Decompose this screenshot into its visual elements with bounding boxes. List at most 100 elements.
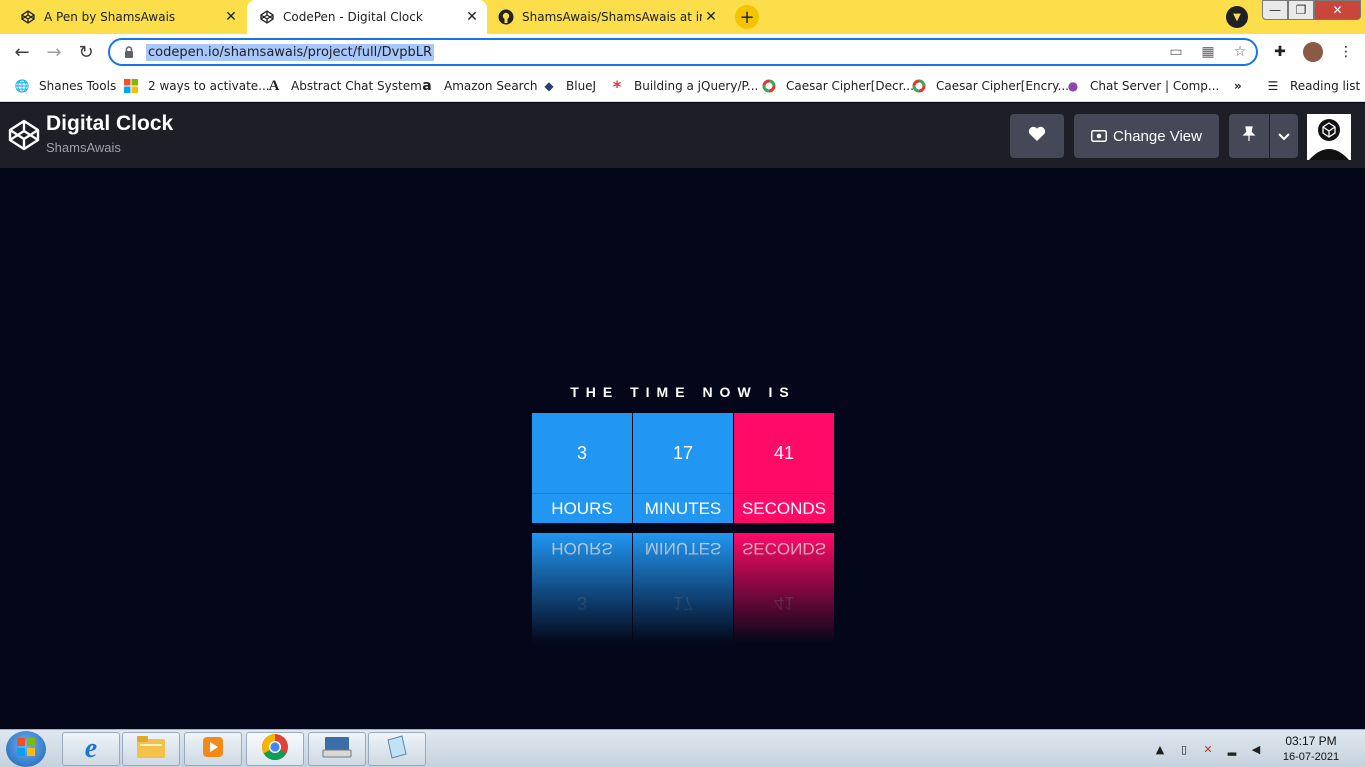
show-hidden-icons[interactable]: ▲	[1153, 742, 1167, 756]
amazon-icon: a	[422, 78, 432, 94]
close-icon[interactable]: ✕	[702, 8, 720, 26]
profile-avatar[interactable]	[1303, 42, 1323, 62]
extensions-icon[interactable]: ✚	[1271, 43, 1289, 61]
change-view-label: Change View	[1113, 127, 1202, 145]
codepen-icon	[259, 9, 275, 25]
minutes-block: 17 MINUTES	[633, 413, 733, 523]
codepen-logo-icon[interactable]	[8, 119, 40, 151]
bookmark-item[interactable]: Caesar Cipher[Encry...	[912, 76, 1069, 96]
taskbar-chrome[interactable]	[246, 732, 304, 766]
seconds-reflection: 41 SECONDS	[734, 533, 834, 643]
pin-button[interactable]	[1229, 114, 1269, 158]
bookmark-item[interactable]: A Abstract Chat System	[267, 76, 422, 96]
tab-title: A Pen by ShamsAwais	[44, 10, 176, 24]
start-button[interactable]	[6, 731, 46, 767]
more-bookmarks-button[interactable]: »	[1234, 76, 1242, 96]
ring-icon	[912, 79, 926, 93]
reading-list-label: Reading list	[1290, 79, 1361, 93]
lock-icon	[122, 46, 136, 58]
minutes-reflection-value: 17	[672, 593, 694, 614]
github-icon	[498, 9, 514, 25]
action-center-icon[interactable]: ✕	[1201, 742, 1215, 756]
menu-dots-icon[interactable]: ⋮	[1337, 43, 1355, 61]
pin-dropdown-button[interactable]	[1270, 114, 1298, 158]
reading-list-icon: ☰	[1267, 79, 1279, 93]
minutes-reflection-label: MINUTES	[644, 539, 722, 558]
window-close-button[interactable]: ✕	[1314, 0, 1361, 20]
bookmark-item[interactable]: * Building a jQuery/P...	[610, 76, 759, 96]
tab-codepen-digital-clock[interactable]: CodePen - Digital Clock ✕	[247, 0, 487, 34]
user-avatar[interactable]	[1307, 114, 1351, 160]
seconds-label: SECONDS	[734, 493, 834, 523]
bookmark-item[interactable]: ● Chat Server | Comp...	[1066, 76, 1220, 96]
clock-time[interactable]: 03:17 PM	[1276, 734, 1346, 748]
back-arrow-icon[interactable]: ←	[10, 40, 34, 64]
close-icon[interactable]: ✕	[463, 8, 481, 26]
pen-author[interactable]: ShamsAwais	[46, 140, 121, 155]
tab-title: ShamsAwais/ShamsAwais at imag	[522, 10, 702, 24]
taskbar-notepad[interactable]	[368, 732, 426, 766]
minutes-value: 17	[672, 442, 694, 463]
address-bar[interactable]: codepen.io/shamsawais/project/full/DvpbL…	[108, 38, 1258, 66]
bookmark-item[interactable]: ◆ BlueJ	[542, 76, 596, 96]
minimize-button[interactable]: —	[1262, 0, 1288, 20]
url-text: codepen.io/shamsawais/project/full/DvpbL…	[146, 43, 435, 61]
hours-block: 3 HOURS	[532, 413, 632, 523]
bookmark-label: Shanes Tools	[39, 79, 117, 93]
hours-value: 3	[576, 442, 587, 463]
forward-arrow-icon[interactable]: →	[42, 40, 66, 64]
like-button[interactable]	[1010, 114, 1064, 158]
browser-tab-strip: A Pen by ShamsAwais ✕ CodePen - Digital …	[0, 0, 1365, 34]
usb-icon[interactable]: ▯	[1177, 742, 1191, 756]
bookmark-star-icon[interactable]: ☆	[1231, 43, 1249, 61]
bookmark-label: Building a jQuery/P...	[634, 79, 759, 93]
clock-date[interactable]: 16-07-2021	[1276, 751, 1346, 763]
taskbar-media-player[interactable]	[184, 732, 242, 766]
close-icon[interactable]: ✕	[222, 8, 240, 26]
volume-icon[interactable]: ◀	[1249, 742, 1263, 756]
bookmark-label: Abstract Chat System	[291, 79, 422, 93]
bookmark-item[interactable]: 2 ways to activate...	[124, 76, 270, 96]
windows-taskbar: e ▲ ▯ ✕ ▂ ◀ 03:17 PM 16-07-2021	[0, 729, 1365, 767]
browser-toolbar: ← → ↻ codepen.io/shamsawais/project/full…	[0, 34, 1365, 70]
bookmark-item[interactable]: a Amazon Search	[420, 76, 538, 96]
asterisk-icon: *	[612, 76, 622, 96]
bookmark-label: Amazon Search	[444, 79, 538, 93]
tab-title: CodePen - Digital Clock	[283, 10, 423, 24]
hours-reflection-label: HOURS	[551, 539, 613, 558]
seconds-block: 41 SECONDS	[734, 413, 834, 523]
qr-code-icon[interactable]: ▦	[1199, 43, 1217, 61]
eye-icon	[1091, 130, 1107, 142]
microsoft-icon	[124, 79, 138, 93]
chat-icon: ●	[1067, 79, 1079, 93]
cast-icon[interactable]: ▭	[1167, 43, 1185, 61]
change-view-button[interactable]: Change View	[1074, 114, 1219, 158]
tab-github[interactable]: ShamsAwais/ShamsAwais at imag ✕	[488, 0, 726, 34]
taskbar-keyboard-app[interactable]	[308, 732, 366, 766]
minutes-label: MINUTES	[633, 493, 733, 523]
heart-icon	[1028, 126, 1046, 146]
tab-search-icon[interactable]: ▼	[1226, 6, 1248, 28]
clock-heading: THE TIME NOW IS	[570, 384, 796, 400]
bookmark-label: Caesar Cipher[Encry...	[936, 79, 1069, 93]
folder-icon	[136, 735, 166, 763]
bookmarks-bar: 🌐 Shanes Tools 2 ways to activate... A A…	[0, 70, 1365, 102]
chevron-down-icon	[1278, 128, 1290, 145]
codepen-icon	[20, 9, 36, 25]
bookmark-item[interactable]: 🌐 Shanes Tools	[15, 76, 117, 96]
maximize-button[interactable]: ❐	[1288, 0, 1314, 20]
network-icon[interactable]: ▂	[1225, 742, 1239, 756]
tab-a-pen[interactable]: A Pen by ShamsAwais ✕	[0, 0, 246, 34]
pin-icon	[1242, 126, 1256, 146]
taskbar-internet-explorer[interactable]: e	[62, 732, 120, 766]
windows-logo-icon	[16, 737, 36, 761]
pen-title: Digital Clock	[46, 112, 174, 135]
new-tab-button[interactable]: +	[735, 5, 759, 29]
font-icon: A	[268, 77, 280, 94]
seconds-reflection-label: SECONDS	[741, 539, 827, 558]
reading-list-button[interactable]: ☰ Reading list	[1266, 76, 1361, 96]
minutes-reflection: 17 MINUTES	[633, 533, 733, 643]
bookmark-item[interactable]: Caesar Cipher[Decr...	[762, 76, 914, 96]
taskbar-file-explorer[interactable]	[122, 732, 180, 766]
reload-icon[interactable]: ↻	[74, 40, 98, 64]
